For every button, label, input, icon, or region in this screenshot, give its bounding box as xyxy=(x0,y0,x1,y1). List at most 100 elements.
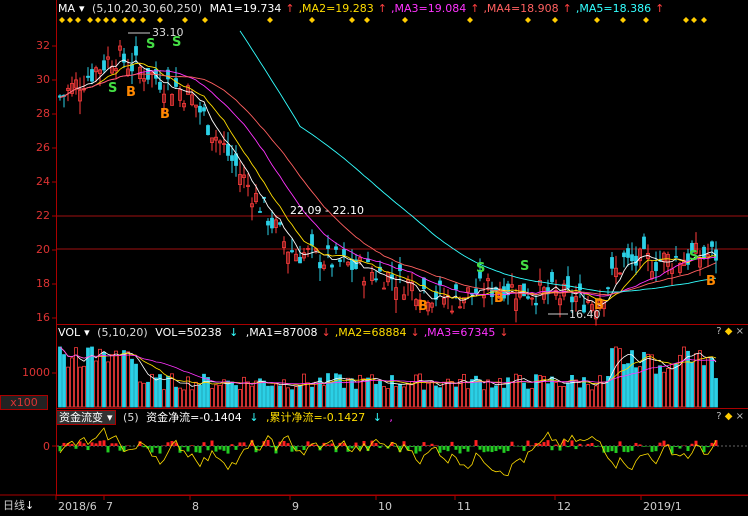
volume-bar xyxy=(510,381,514,408)
fund-bar xyxy=(454,446,458,450)
volume-bar xyxy=(154,377,158,408)
candle-body xyxy=(298,256,302,264)
signal-diamond xyxy=(620,17,626,23)
fund-bar xyxy=(438,446,442,453)
candle-body xyxy=(270,217,274,229)
candle-body xyxy=(374,278,378,281)
volume-bar xyxy=(590,389,594,408)
volume-bar xyxy=(378,381,382,408)
buy-signal-label: B xyxy=(706,274,716,289)
fund-bar xyxy=(158,446,162,454)
candle-body xyxy=(326,245,330,249)
fund-bar xyxy=(706,446,710,448)
fund-bar xyxy=(234,446,238,450)
volume-bar xyxy=(314,381,318,408)
signal-diamond xyxy=(267,17,273,23)
fund-bar xyxy=(218,446,222,450)
volume-bar xyxy=(126,351,130,408)
volume-bar xyxy=(142,382,146,408)
signal-diamond xyxy=(95,17,101,23)
fund-bar xyxy=(490,446,494,453)
volume-bar xyxy=(214,384,218,408)
signal-diamond xyxy=(691,17,697,23)
signal-diamond xyxy=(59,17,65,23)
signal-diamond xyxy=(122,17,128,23)
fund-bar xyxy=(518,446,522,447)
volume-bar xyxy=(630,350,634,408)
candle-body xyxy=(474,288,478,295)
volume-bar xyxy=(350,378,354,408)
volume-bar xyxy=(618,348,622,408)
candle-body xyxy=(230,155,234,161)
volume-bar xyxy=(366,377,370,408)
candle-body xyxy=(342,249,346,256)
volume-bar xyxy=(82,365,86,408)
fund-bar xyxy=(142,446,146,448)
fund-bar xyxy=(662,440,666,446)
fund-bar xyxy=(426,445,430,446)
volume-bar xyxy=(190,389,194,408)
volume-bar xyxy=(482,389,486,408)
candle-body xyxy=(266,220,270,226)
volume-bar xyxy=(534,374,538,408)
volume-bar xyxy=(466,388,470,408)
volume-bar xyxy=(306,382,310,408)
candle-body xyxy=(278,222,282,225)
signal-diamond xyxy=(683,17,689,23)
volume-bar xyxy=(662,371,666,408)
fund-bar xyxy=(374,443,378,446)
volume-bar xyxy=(562,386,566,408)
fund-bar xyxy=(566,446,570,448)
candle-body xyxy=(578,283,582,291)
volume-bar xyxy=(526,388,530,408)
volume-bar xyxy=(646,353,650,408)
signal-diamond xyxy=(364,17,370,23)
volume-bar xyxy=(74,347,78,408)
fund-bar xyxy=(510,441,514,446)
volume-bar xyxy=(210,388,214,408)
fund-bar xyxy=(270,446,274,448)
volume-bar xyxy=(182,389,186,408)
volume-bar xyxy=(278,385,282,408)
candle-body xyxy=(526,296,530,299)
candle-body xyxy=(158,81,162,90)
signal-diamond xyxy=(140,17,146,23)
volume-bar xyxy=(94,360,98,408)
volume-bar xyxy=(178,387,182,408)
volume-bar xyxy=(322,385,326,408)
fund-bar xyxy=(550,446,554,451)
fund-bar xyxy=(450,441,454,446)
volume-bar xyxy=(474,375,478,408)
volume-bar xyxy=(270,385,274,408)
volume-bar xyxy=(386,388,390,408)
volume-bar xyxy=(566,382,570,408)
candle-body xyxy=(382,287,386,290)
volume-bar xyxy=(134,363,138,408)
volume-bar xyxy=(442,381,446,408)
fund-bar xyxy=(306,441,310,446)
volume-bar xyxy=(586,383,590,408)
volume-bar xyxy=(454,386,458,408)
volume-bar xyxy=(518,375,522,408)
fund-bar xyxy=(298,446,302,447)
fund-bar xyxy=(182,446,186,448)
candle-body xyxy=(570,296,574,303)
fund-bar xyxy=(266,439,270,446)
candle-body xyxy=(90,69,94,82)
volume-bar xyxy=(594,385,598,408)
fund-bar xyxy=(538,443,542,446)
volume-bar xyxy=(122,350,126,408)
fund-bar xyxy=(502,446,506,453)
fund-bar xyxy=(110,443,114,446)
volume-bar xyxy=(158,374,162,408)
buy-signal-label: B xyxy=(494,291,504,306)
candle-body xyxy=(422,277,426,290)
volume-bar xyxy=(62,354,66,408)
fund-bar xyxy=(406,446,410,451)
volume-bar xyxy=(382,386,386,408)
fund-bar xyxy=(186,446,190,452)
fund-bar xyxy=(282,440,286,446)
fund-bar xyxy=(638,444,642,446)
fund-bar xyxy=(606,446,610,453)
volume-bar xyxy=(598,375,602,408)
